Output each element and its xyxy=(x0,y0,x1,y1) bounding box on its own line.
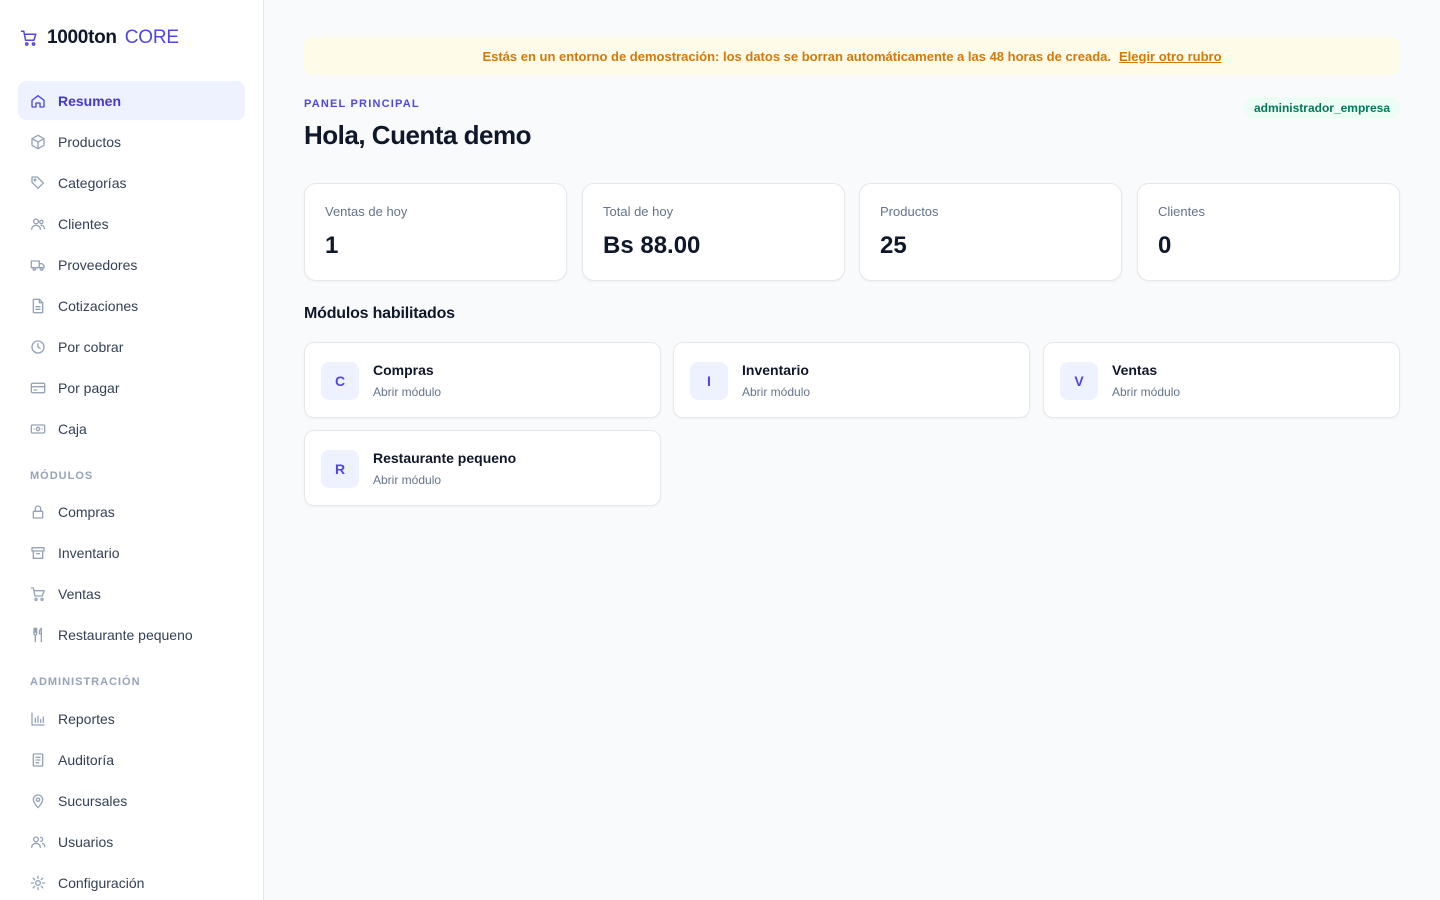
tag-icon xyxy=(30,175,46,191)
sidebar-item-resumen[interactable]: Resumen xyxy=(18,81,245,120)
stat-label: Total de hoy xyxy=(603,204,674,219)
cart-icon xyxy=(20,29,38,47)
sidebar-item-sucursales[interactable]: Sucursales xyxy=(18,781,245,820)
sidebar-item-label: Auditoría xyxy=(58,751,115,768)
document-icon xyxy=(30,298,46,314)
module-name: Ventas xyxy=(1112,362,1158,378)
sidebar-item-label: Productos xyxy=(58,133,122,150)
sidebar-item-compras[interactable]: Compras xyxy=(18,492,245,531)
module-letter-badge: R xyxy=(321,450,359,488)
stat-card-total-hoy: Total de hoy Bs 88.00 xyxy=(582,183,845,281)
brand-name: 1000ton xyxy=(47,27,117,48)
lock-icon xyxy=(30,504,46,520)
sidebar-item-inventario[interactable]: Inventario xyxy=(18,533,245,572)
clock-icon xyxy=(30,339,46,355)
page-title: Hola, Cuenta demo xyxy=(304,120,531,150)
sidebar-item-label: Proveedores xyxy=(58,256,138,273)
stat-card-ventas-hoy: Ventas de hoy 1 xyxy=(304,183,567,281)
brand-suffix: CORE xyxy=(124,27,179,48)
sidebar-item-label: Reportes xyxy=(58,710,115,727)
sidebar-item-caja[interactable]: Caja xyxy=(18,409,245,448)
stat-card-productos: Productos 25 xyxy=(859,183,1122,281)
sidebar-item-label: Cotizaciones xyxy=(58,297,139,314)
sidebar-item-label: Clientes xyxy=(58,215,109,232)
brand[interactable]: 1000ton CORE xyxy=(20,27,179,49)
sidebar-item-por-pagar[interactable]: Por pagar xyxy=(18,368,245,407)
cart-icon xyxy=(30,586,46,602)
banner-text: Estás en un entorno de demostración: los… xyxy=(482,48,1111,64)
sidebar-item-clientes[interactable]: Clientes xyxy=(18,204,245,243)
module-card-restaurante-pequeno[interactable]: R Restaurante pequeno Abrir módulo xyxy=(304,430,661,506)
users-icon xyxy=(30,216,46,232)
sidebar-item-label: Resumen xyxy=(58,92,122,109)
module-card-ventas[interactable]: V Ventas Abrir módulo xyxy=(1043,342,1400,418)
stat-value: 0 xyxy=(1158,232,1172,259)
module-open-link[interactable]: Abrir módulo xyxy=(373,473,441,487)
map-pin-icon xyxy=(30,793,46,809)
module-name: Compras xyxy=(373,362,434,378)
truck-icon xyxy=(30,257,46,273)
archive-icon xyxy=(30,545,46,561)
stat-value: Bs 88.00 xyxy=(603,232,701,259)
sidebar-item-label: Ventas xyxy=(58,585,101,602)
module-letter-badge: I xyxy=(690,362,728,400)
sidebar-item-categorias[interactable]: Categorías xyxy=(18,163,245,202)
sidebar-item-restaurante-pequeno[interactable]: Restaurante pequeno xyxy=(18,615,245,654)
sidebar-item-label: Caja xyxy=(58,420,87,437)
stat-label: Clientes xyxy=(1158,204,1205,219)
box-icon xyxy=(30,134,46,150)
module-card-inventario[interactable]: I Inventario Abrir módulo xyxy=(673,342,1030,418)
section-title-modulos: MÓDULOS xyxy=(30,470,94,482)
stat-value: 1 xyxy=(325,232,339,259)
module-open-link[interactable]: Abrir módulo xyxy=(373,385,441,399)
stat-label: Productos xyxy=(880,204,939,219)
module-letter-badge: V xyxy=(1060,362,1098,400)
stat-card-clientes: Clientes 0 xyxy=(1137,183,1400,281)
sun-gear-icon xyxy=(30,875,46,891)
sidebar-item-label: Categorías xyxy=(58,174,127,191)
sidebar-item-usuarios[interactable]: Usuarios xyxy=(18,822,245,861)
page-eyebrow: PANEL PRINCIPAL xyxy=(304,98,420,110)
module-name: Inventario xyxy=(742,362,809,378)
stat-value: 25 xyxy=(880,232,907,259)
bar-chart-icon xyxy=(30,711,46,727)
credit-card-icon xyxy=(30,380,46,396)
sidebar: 1000ton CORE Resumen Productos Categoría… xyxy=(0,0,264,900)
sidebar-item-label: Restaurante pequeno xyxy=(58,626,193,643)
sidebar-item-cotizaciones[interactable]: Cotizaciones xyxy=(18,286,245,325)
sidebar-item-label: Sucursales xyxy=(58,792,128,809)
sidebar-item-label: Configuración xyxy=(58,874,145,891)
utensils-icon xyxy=(30,627,46,643)
sidebar-item-reportes[interactable]: Reportes xyxy=(18,699,245,738)
modules-section-title: Módulos habilitados xyxy=(304,305,455,322)
sidebar-item-label: Usuarios xyxy=(58,833,114,850)
sidebar-item-por-cobrar[interactable]: Por cobrar xyxy=(18,327,245,366)
sidebar-item-configuracion[interactable]: Configuración xyxy=(18,863,245,900)
home-icon xyxy=(30,93,46,109)
module-open-link[interactable]: Abrir módulo xyxy=(1112,385,1180,399)
sidebar-item-label: Por cobrar xyxy=(58,338,124,355)
sidebar-item-proveedores[interactable]: Proveedores xyxy=(18,245,245,284)
module-name: Restaurante pequeno xyxy=(373,450,517,466)
sidebar-item-label: Compras xyxy=(58,503,115,520)
sidebar-item-auditoria[interactable]: Auditoría xyxy=(18,740,245,779)
sidebar-item-label: Inventario xyxy=(58,544,120,561)
stat-label: Ventas de hoy xyxy=(325,204,408,219)
sidebar-item-productos[interactable]: Productos xyxy=(18,122,245,161)
module-letter-badge: C xyxy=(321,362,359,400)
sidebar-item-label: Por pagar xyxy=(58,379,120,396)
sidebar-item-ventas[interactable]: Ventas xyxy=(18,574,245,613)
module-card-compras[interactable]: C Compras Abrir módulo xyxy=(304,342,661,418)
user-group-icon xyxy=(30,834,46,850)
role-badge: administrador_empresa xyxy=(1243,97,1400,119)
cash-icon xyxy=(30,421,46,437)
change-business-link[interactable]: Elegir otro rubro xyxy=(1119,49,1222,64)
section-title-administracion: ADMINISTRACIÓN xyxy=(30,676,141,688)
module-open-link[interactable]: Abrir módulo xyxy=(742,385,810,399)
clipboard-icon xyxy=(30,752,46,768)
demo-banner: Estás en un entorno de demostración: los… xyxy=(304,37,1400,75)
